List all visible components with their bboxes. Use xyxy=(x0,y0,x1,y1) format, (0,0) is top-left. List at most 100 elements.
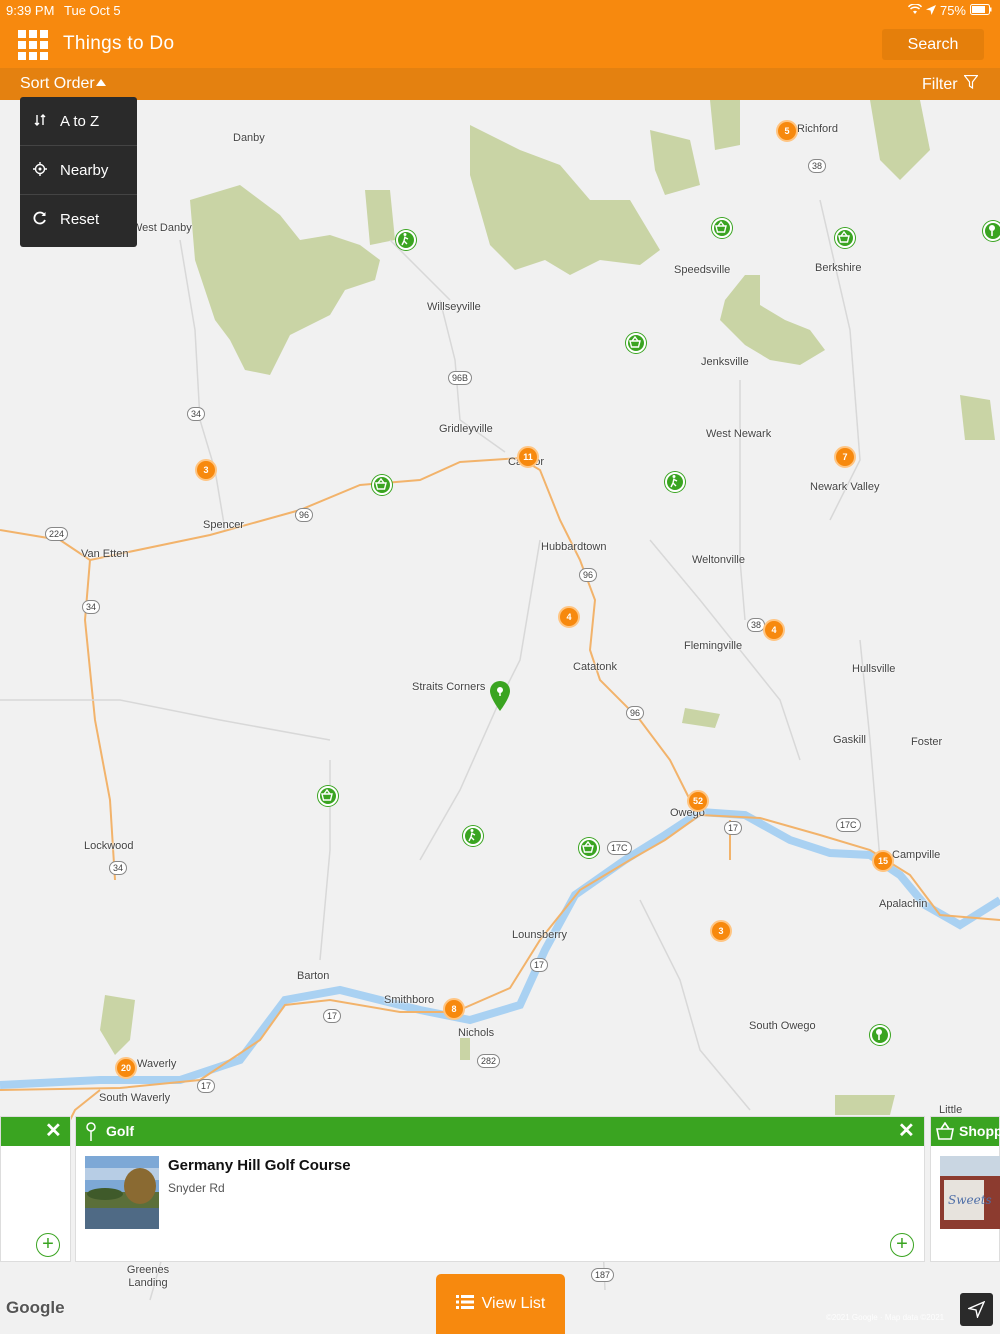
golf-pin-icon[interactable] xyxy=(983,221,1000,241)
cluster-marker[interactable]: 7 xyxy=(834,446,856,468)
route-shield: 17 xyxy=(323,1009,342,1023)
status-time: 9:39 PM xyxy=(6,3,55,18)
filter-button[interactable]: Filter xyxy=(922,74,979,94)
svg-text:Sweets: Sweets xyxy=(948,1193,992,1207)
cluster-marker[interactable]: 20 xyxy=(115,1057,137,1079)
place-label: Willseyville xyxy=(427,301,481,313)
cluster-marker[interactable]: 8 xyxy=(443,998,465,1020)
place-label: Lounsberry xyxy=(512,929,568,941)
place-label: Speedsville xyxy=(674,264,731,276)
place-label: Apalachin xyxy=(879,898,928,910)
sort-menu: A to Z Nearby Reset xyxy=(20,97,137,247)
route-shield: 224 xyxy=(45,527,69,541)
cluster-marker[interactable]: 15 xyxy=(872,850,894,872)
app-grid-icon[interactable] xyxy=(18,30,48,60)
sort-order-button[interactable]: Sort Order xyxy=(20,75,107,93)
place-label: Greenes Landing xyxy=(126,1264,170,1289)
route-shield: 96 xyxy=(295,508,314,522)
shopping-basket-icon[interactable] xyxy=(579,838,599,858)
my-location-button[interactable] xyxy=(960,1293,993,1326)
card-header: ✕ xyxy=(1,1117,70,1146)
place-label: Waverly xyxy=(137,1058,177,1070)
place-label: Berkshire xyxy=(815,262,862,274)
place-label: Smithboro xyxy=(384,994,435,1006)
route-shield: 17C xyxy=(607,841,632,855)
shopping-basket-icon xyxy=(935,1121,955,1143)
place-label: Danby xyxy=(233,132,265,144)
place-label: Weltonville xyxy=(692,554,745,566)
cluster-marker[interactable]: 5 xyxy=(776,120,798,142)
filter-label: Filter xyxy=(922,75,958,93)
place-label: Hubbardtown xyxy=(541,541,607,553)
place-label: Little xyxy=(939,1104,963,1116)
cluster-marker[interactable]: 4 xyxy=(558,606,580,628)
add-button[interactable]: + xyxy=(36,1233,60,1257)
shopping-basket-icon[interactable] xyxy=(318,786,338,806)
sort-arrows-icon xyxy=(20,113,60,130)
sort-a-to-z-item[interactable]: A to Z xyxy=(20,97,137,146)
page-title: Things to Do xyxy=(63,33,175,54)
place-label: South Waverly xyxy=(99,1092,171,1104)
place-label: Spencer xyxy=(203,519,244,531)
close-icon[interactable]: ✕ xyxy=(898,1121,915,1141)
route-shield: 282 xyxy=(477,1054,501,1068)
attraction-card[interactable]: Golf ✕ Germany Hill Golf Course Snyder R… xyxy=(75,1116,925,1262)
place-label: Straits Corners xyxy=(412,681,486,693)
hiker-icon[interactable] xyxy=(463,826,483,846)
susquehanna-river xyxy=(0,807,1000,1089)
card-header: Golf ✕ xyxy=(76,1117,924,1146)
route-shield: 34 xyxy=(187,407,206,421)
filter-icon xyxy=(962,74,979,94)
sort-reset-item[interactable]: Reset xyxy=(20,195,137,244)
place-label: Barton xyxy=(297,970,330,982)
golf-pin-icon xyxy=(85,1122,97,1145)
location-arrow-icon xyxy=(966,1300,986,1323)
next-card[interactable]: Shopp Sweets xyxy=(930,1116,1000,1262)
view-list-button[interactable]: View List xyxy=(436,1274,565,1334)
card-thumbnail xyxy=(85,1156,159,1229)
place-label: South Owego xyxy=(749,1020,816,1032)
shopping-basket-icon[interactable] xyxy=(372,475,392,495)
menu-item-label: Reset xyxy=(60,211,100,228)
card-title[interactable]: Germany Hill Golf Course xyxy=(168,1157,351,1174)
golf-pin-icon[interactable] xyxy=(870,1025,890,1045)
menu-item-label: A to Z xyxy=(60,112,100,130)
route-shield: 96 xyxy=(579,568,598,582)
add-button[interactable]: + xyxy=(890,1233,914,1257)
place-label: Jenksville xyxy=(701,356,749,368)
google-logo: Google xyxy=(6,1298,65,1317)
hiker-icon[interactable] xyxy=(396,230,416,250)
hiker-icon[interactable] xyxy=(665,472,685,492)
caret-up-icon xyxy=(96,79,107,86)
cluster-marker[interactable]: 52 xyxy=(687,790,709,812)
place-label: Lockwood xyxy=(84,840,134,852)
status-date: Tue Oct 5 xyxy=(64,3,121,18)
location-arrow-icon xyxy=(925,3,936,18)
reset-icon xyxy=(20,211,60,228)
shopping-basket-icon[interactable] xyxy=(712,218,732,238)
roads xyxy=(0,456,1000,1141)
status-bar: 9:39 PM Tue Oct 5 75% xyxy=(0,0,1000,22)
card-thumbnail: Sweets xyxy=(940,1156,1000,1229)
place-label: West Danby xyxy=(132,222,192,234)
card-address: Snyder Rd xyxy=(168,1181,225,1195)
sort-order-label: Sort Order xyxy=(20,75,95,92)
card-header: Shopp xyxy=(931,1117,1000,1146)
cluster-marker[interactable]: 4 xyxy=(763,619,785,641)
previous-card[interactable]: ✕ + xyxy=(0,1116,71,1262)
place-label: Foster xyxy=(911,736,943,748)
sort-nearby-item[interactable]: Nearby xyxy=(20,146,137,195)
route-shield: 34 xyxy=(82,600,101,614)
route-shield: 96 xyxy=(626,706,645,720)
shopping-basket-icon[interactable] xyxy=(626,333,646,353)
close-icon[interactable]: ✕ xyxy=(45,1121,62,1141)
shopping-basket-icon[interactable] xyxy=(835,228,855,248)
cluster-marker[interactable]: 11 xyxy=(517,446,539,468)
place-label: Campville xyxy=(892,849,941,861)
place-label: Gridleyville xyxy=(439,423,493,435)
place-label: Gaskill xyxy=(833,734,867,746)
cluster-marker[interactable]: 3 xyxy=(195,459,217,481)
place-label: Catatonk xyxy=(573,661,618,673)
search-button[interactable]: Search xyxy=(882,29,984,60)
cluster-marker[interactable]: 3 xyxy=(710,920,732,942)
